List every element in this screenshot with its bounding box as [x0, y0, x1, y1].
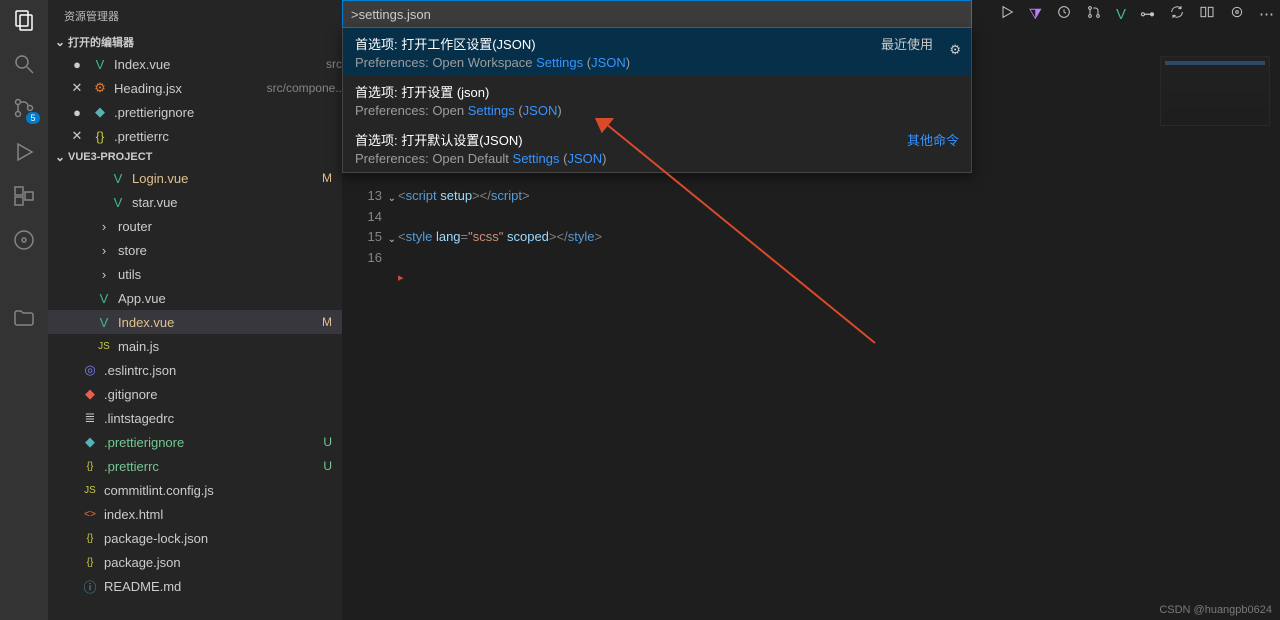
tree-item[interactable]: Vstar.vue [48, 190, 342, 214]
section-project[interactable]: ⌄VUE3-PROJECT [48, 148, 342, 166]
editor-top-actions: ⧩ V ⊶ ⋯ [999, 4, 1274, 24]
tree-item[interactable]: <>index.html [48, 502, 342, 526]
scm-badge: 5 [26, 112, 40, 124]
tree-item[interactable]: ◎.eslintrc.json [48, 358, 342, 382]
commit-icon[interactable]: ⊶ [1140, 5, 1155, 23]
section-open-editors[interactable]: ⌄打开的编辑器 [48, 32, 342, 52]
folder-icon[interactable] [12, 306, 36, 330]
history-icon[interactable] [1056, 4, 1072, 24]
gutter: 13⌄ [358, 186, 398, 207]
remote-icon[interactable] [12, 228, 36, 252]
tree-item[interactable]: ›store [48, 238, 342, 262]
tree-item[interactable]: {}package.json [48, 550, 342, 574]
scm-icon[interactable]: 5 [12, 96, 36, 120]
command-palette: >settings.json 首选项: 打开工作区设置(JSON)Prefere… [342, 0, 972, 173]
more-icon[interactable]: ⋯ [1259, 5, 1274, 23]
eof-marker: ▸ [398, 268, 1240, 289]
tree-item[interactable]: ⓘREADME.md [48, 574, 342, 598]
quickinput-dropdown: 首选项: 打开工作区设置(JSON)Preferences: Open Work… [342, 28, 972, 173]
tree-item[interactable]: {}package-lock.json [48, 526, 342, 550]
tree-item[interactable]: {}.prettierrcU [48, 454, 342, 478]
open-editor-item[interactable]: ✕⚙Heading.jsxsrc/compone.. [48, 76, 342, 100]
open-editor-item[interactable]: ✕{}.prettierrc [48, 124, 342, 148]
command-palette-item[interactable]: 首选项: 打开设置 (json)Preferences: Open Settin… [343, 76, 971, 124]
refresh-icon[interactable] [1169, 4, 1185, 24]
tree-item[interactable]: ›utils [48, 262, 342, 286]
tree-item[interactable]: ◆.gitignore [48, 382, 342, 406]
minimap[interactable] [1160, 56, 1270, 126]
open-editor-item[interactable]: ●◆.prettierignore [48, 100, 342, 124]
quickinput-text: >settings.json [351, 7, 431, 22]
tree-item[interactable]: JSmain.js [48, 334, 342, 358]
explorer-icon[interactable] [12, 8, 36, 32]
tree-item[interactable]: ›router [48, 214, 342, 238]
compare-icon[interactable] [1199, 4, 1215, 24]
search-icon[interactable] [12, 52, 36, 76]
run-icon[interactable] [999, 4, 1015, 24]
sidebar: 资源管理器 ⌄打开的编辑器 ●VIndex.vuesrc✕⚙Heading.js… [48, 0, 342, 620]
pr-icon[interactable] [1086, 4, 1102, 24]
vue-icon[interactable]: V [1116, 6, 1126, 23]
code-area[interactable]: 13⌄ <script setup></script> 14 15⌄ <styl… [358, 186, 1240, 289]
code-line-15: <style lang="scss" scoped></style> [398, 227, 602, 248]
target-icon[interactable] [1229, 4, 1245, 24]
tree-item[interactable]: VLogin.vueM [48, 166, 342, 190]
sidebar-title: 资源管理器 [48, 0, 342, 32]
open-editor-item[interactable]: ●VIndex.vuesrc [48, 52, 342, 76]
tree-item[interactable]: JScommitlint.config.js [48, 478, 342, 502]
watermark: CSDN @huangpb0624 [1159, 604, 1272, 616]
gear-icon[interactable]: ⚙ [949, 42, 961, 58]
tree-item[interactable]: VIndex.vueM [48, 310, 342, 334]
quickinput[interactable]: >settings.json [342, 0, 972, 28]
tree-item[interactable]: ◆.prettierignoreU [48, 430, 342, 454]
code-line-13: <script setup></script> [398, 186, 530, 207]
vite-icon[interactable]: ⧩ [1029, 6, 1042, 23]
tree-item[interactable]: VApp.vue [48, 286, 342, 310]
activity-bar: 5 [0, 0, 48, 620]
debug-icon[interactable] [12, 140, 36, 164]
command-palette-item[interactable]: 首选项: 打开默认设置(JSON)Preferences: Open Defau… [343, 124, 971, 172]
tree-item[interactable]: ≣.lintstagedrc [48, 406, 342, 430]
extensions-icon[interactable] [12, 184, 36, 208]
command-palette-item[interactable]: 首选项: 打开工作区设置(JSON)Preferences: Open Work… [343, 28, 971, 76]
